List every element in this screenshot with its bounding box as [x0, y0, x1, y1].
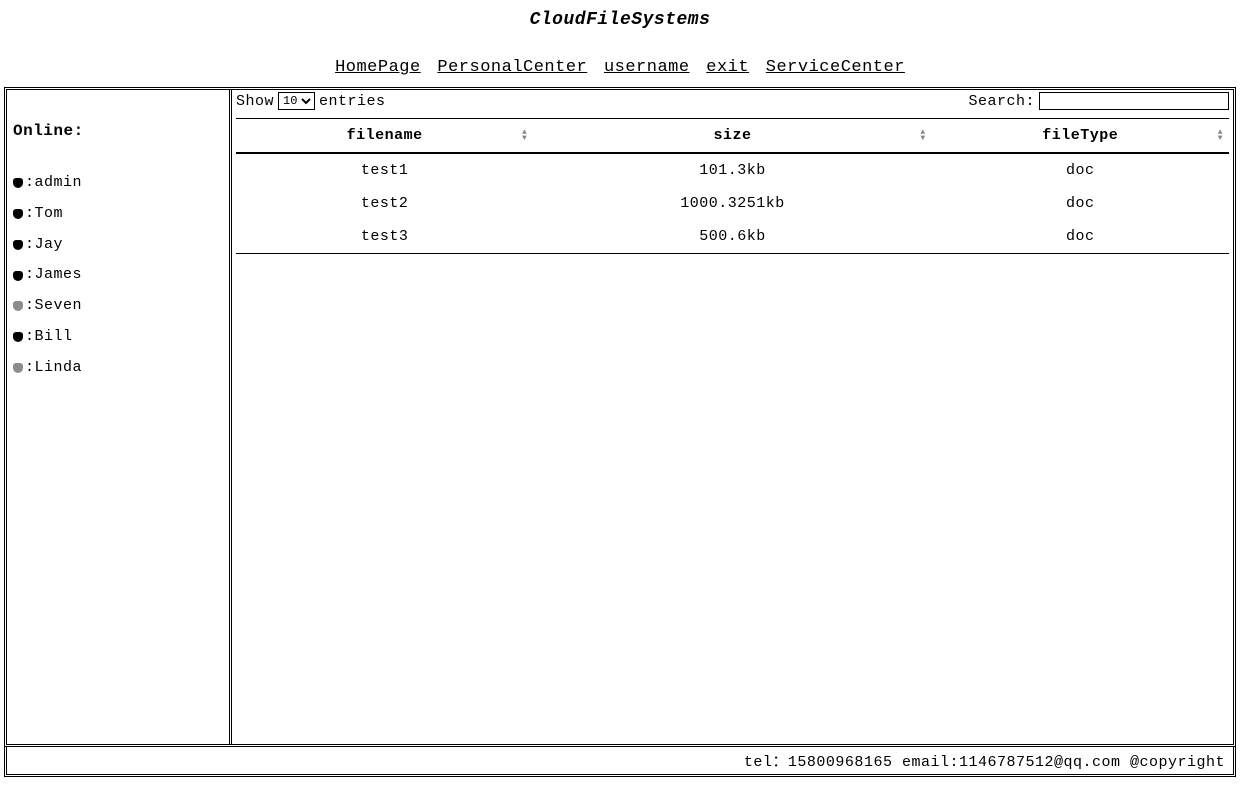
cell-size: 1000.3251kb [533, 187, 931, 220]
entries-label: entries [319, 93, 386, 110]
entries-select[interactable]: 10 [278, 92, 315, 110]
search-input[interactable] [1039, 92, 1229, 110]
search-label: Search: [968, 93, 1035, 110]
col-label: fileType [1042, 127, 1118, 144]
sidebar: Online: :admin :Tom :Jay :James :Seven :Bill:… [7, 90, 232, 744]
online-user-name: :Bill [25, 325, 73, 350]
cell-fileType: doc [932, 153, 1229, 187]
online-user-name: :James [25, 263, 82, 288]
cell-fileType: doc [932, 187, 1229, 220]
online-user[interactable]: :Linda [7, 353, 229, 384]
cell-size: 101.3kb [533, 153, 931, 187]
cell-size: 500.6kb [533, 220, 931, 254]
online-user[interactable]: :James [7, 260, 229, 291]
sort-icon[interactable]: ▲▼ [1218, 130, 1223, 142]
online-user-name: :Tom [25, 202, 63, 227]
online-user[interactable]: :Seven [7, 291, 229, 322]
sort-icon[interactable]: ▲▼ [522, 130, 527, 142]
online-user-name: :Seven [25, 294, 82, 319]
nav-exit[interactable]: exit [706, 58, 749, 77]
cell-filename: test2 [236, 187, 533, 220]
online-user-name: :Jay [25, 233, 63, 258]
cell-filename: test1 [236, 153, 533, 187]
page-title: CloudFileSystems [0, 10, 1240, 30]
presence-offline-icon [13, 363, 23, 373]
online-user[interactable]: :Jay [7, 230, 229, 261]
footer: tel：15800968165 email:1146787512@qq.com … [4, 747, 1236, 777]
nav-personalcenter[interactable]: PersonalCenter [437, 58, 587, 77]
presence-online-icon [13, 178, 23, 188]
cell-fileType: doc [932, 220, 1229, 254]
nav-servicecenter[interactable]: ServiceCenter [766, 58, 905, 77]
main-panel: Show 10 entries Search: filename ▲▼ size ▲▼… [232, 90, 1233, 744]
presence-online-icon [13, 209, 23, 219]
online-user-name: :Linda [25, 356, 82, 381]
online-header: Online: [7, 92, 229, 168]
presence-online-icon [13, 332, 23, 342]
cell-filename: test3 [236, 220, 533, 254]
nav-username[interactable]: username [604, 58, 690, 77]
col-filename[interactable]: filename ▲▼ [236, 119, 533, 154]
table-row[interactable]: test3500.6kbdoc [236, 220, 1229, 254]
show-label: Show [236, 93, 274, 110]
col-label: size [713, 127, 751, 144]
table-toolbar: Show 10 entries Search: [232, 90, 1233, 112]
nav-homepage[interactable]: HomePage [335, 58, 421, 77]
presence-online-icon [13, 240, 23, 250]
file-table: filename ▲▼ size ▲▼ fileType ▲▼ test1101.3kbd… [236, 118, 1229, 254]
col-size[interactable]: size ▲▼ [533, 119, 931, 154]
table-row[interactable]: test21000.3251kbdoc [236, 187, 1229, 220]
online-user[interactable]: :Bill [7, 322, 229, 353]
top-nav: HomePage PersonalCenter username exit Se… [0, 58, 1240, 77]
online-user[interactable]: :admin [7, 168, 229, 199]
online-user[interactable]: :Tom [7, 199, 229, 230]
sort-icon[interactable]: ▲▼ [920, 130, 925, 142]
presence-online-icon [13, 271, 23, 281]
col-label: filename [347, 127, 423, 144]
presence-offline-icon [13, 301, 23, 311]
col-fileType[interactable]: fileType ▲▼ [932, 119, 1229, 154]
online-user-name: :admin [25, 171, 82, 196]
table-row[interactable]: test1101.3kbdoc [236, 153, 1229, 187]
main-frame: Online: :admin :Tom :Jay :James :Seven :Bill:… [4, 87, 1236, 747]
